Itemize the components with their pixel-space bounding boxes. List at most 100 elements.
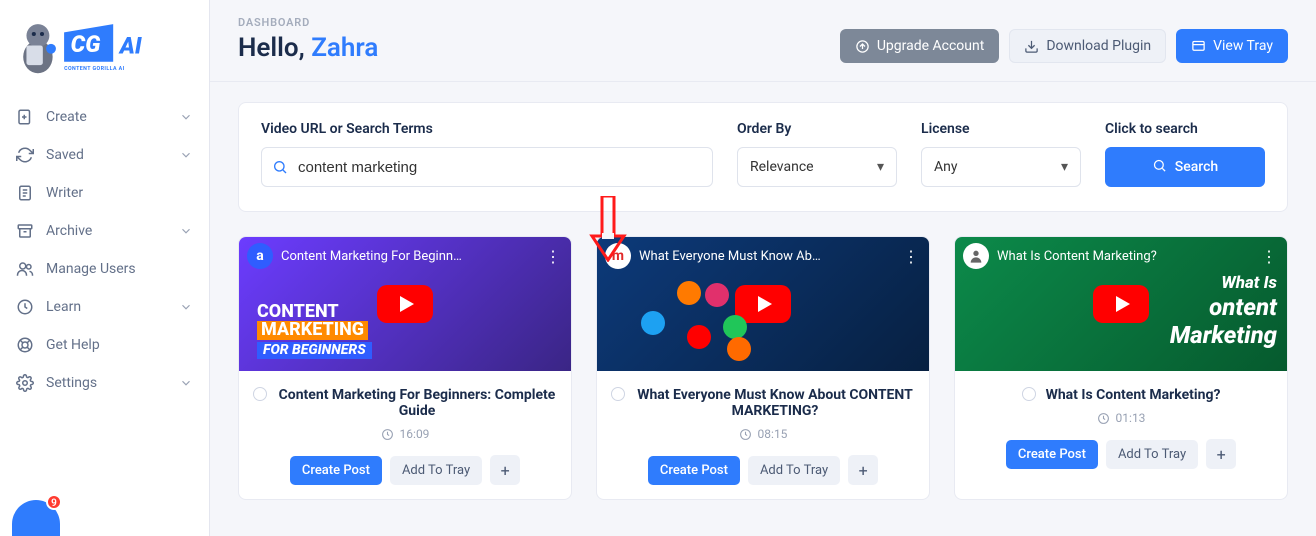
yt-bar: m What Everyone Must Know Ab… ⋮	[597, 237, 929, 275]
card-title: Content Marketing For Beginners: Complet…	[277, 387, 557, 419]
sidebar-item-label: Writer	[46, 185, 193, 201]
plus-button[interactable]: +	[490, 455, 520, 485]
results-row: a Content Marketing For Beginn… ⋮ CONTEN…	[238, 236, 1288, 500]
sidebar-item-settings[interactable]: Settings	[10, 366, 199, 400]
card-actions: Create Post Add To Tray +	[290, 455, 520, 485]
sidebar-item-archive[interactable]: Archive	[10, 214, 199, 248]
doc-icon	[16, 184, 34, 202]
search-input-wrap[interactable]	[261, 147, 713, 187]
yt-bar: What Is Content Marketing? ⋮	[955, 237, 1287, 275]
add-to-tray-button[interactable]: Add To Tray	[1106, 440, 1198, 469]
logo[interactable]: CG AI CONTENT GORILLA AI	[0, 10, 209, 92]
plus-button[interactable]: +	[1206, 439, 1236, 469]
clock-icon	[1097, 412, 1110, 425]
field-click-search: Click to search Search	[1105, 121, 1265, 187]
create-post-button[interactable]: Create Post	[648, 456, 740, 485]
order-by-value: Relevance	[750, 159, 814, 175]
video-card: What Is Content Marketing? ⋮ What Is ont…	[954, 236, 1288, 500]
video-thumbnail[interactable]: m What Everyone Must Know Ab… ⋮	[597, 237, 929, 371]
card-body: What Is Content Marketing? 01:13 Create …	[955, 371, 1287, 483]
chevron-down-icon	[179, 300, 193, 314]
field-order-by: Order By Relevance ▾	[737, 121, 897, 187]
life-ring-icon	[16, 336, 34, 354]
yt-title: What Everyone Must Know Ab…	[639, 249, 821, 264]
kebab-icon[interactable]: ⋮	[901, 247, 921, 266]
gear-icon	[16, 374, 34, 392]
create-post-button[interactable]: Create Post	[290, 456, 382, 485]
greeting-block: DASHBOARD Hello, Zahra	[238, 16, 378, 63]
sidebar-item-label: Get Help	[46, 337, 193, 353]
add-to-tray-button[interactable]: Add To Tray	[748, 456, 840, 485]
chevron-down-icon	[179, 376, 193, 390]
sidebar-item-label: Create	[46, 109, 167, 125]
field-video-url: Video URL or Search Terms	[261, 121, 713, 187]
video-card: a Content Marketing For Beginn… ⋮ CONTEN…	[238, 236, 572, 500]
clock-icon	[739, 428, 752, 441]
plus-button[interactable]: +	[848, 455, 878, 485]
sidebar-item-label: Archive	[46, 223, 167, 239]
field-label: License	[921, 121, 1081, 137]
chevron-down-icon	[179, 224, 193, 238]
kebab-icon[interactable]: ⋮	[1259, 247, 1279, 266]
clock-icon	[381, 428, 394, 441]
svg-text:AI: AI	[117, 33, 141, 60]
search-button[interactable]: Search	[1105, 147, 1265, 187]
svg-text:CG: CG	[70, 31, 100, 58]
search-icon	[1152, 158, 1167, 177]
view-tray-label: View Tray	[1213, 38, 1273, 54]
select-checkbox[interactable]	[1022, 387, 1036, 401]
sidebar-nav: Create Saved Writer Archive Manage Users…	[0, 92, 209, 408]
video-thumbnail[interactable]: a Content Marketing For Beginn… ⋮ CONTEN…	[239, 237, 571, 371]
download-icon	[1024, 39, 1039, 54]
svg-text:CONTENT GORILLA AI: CONTENT GORILLA AI	[64, 66, 125, 72]
add-to-tray-button[interactable]: Add To Tray	[390, 456, 482, 485]
channel-avatar	[963, 243, 989, 269]
sidebar-item-saved[interactable]: Saved	[10, 138, 199, 172]
video-thumbnail[interactable]: What Is Content Marketing? ⋮ What Is ont…	[955, 237, 1287, 371]
card-actions: Create Post Add To Tray +	[648, 455, 878, 485]
upgrade-button[interactable]: Upgrade Account	[840, 29, 999, 63]
duration-value: 01:13	[1116, 411, 1146, 425]
view-tray-button[interactable]: View Tray	[1176, 29, 1288, 63]
caret-down-icon: ▾	[877, 159, 884, 175]
duration-value: 08:15	[758, 427, 788, 441]
greeting: Hello, Zahra	[238, 33, 378, 63]
card-body: What Everyone Must Know About CONTENT MA…	[597, 371, 929, 499]
card-title: What Is Content Marketing?	[1046, 387, 1221, 403]
play-icon[interactable]	[377, 285, 433, 323]
select-checkbox[interactable]	[253, 387, 267, 401]
select-checkbox[interactable]	[611, 387, 625, 401]
greeting-prefix: Hello,	[238, 33, 311, 63]
search-button-label: Search	[1175, 159, 1218, 175]
users-icon	[16, 260, 34, 278]
sidebar-item-create[interactable]: Create	[10, 100, 199, 134]
card-title: What Everyone Must Know About CONTENT MA…	[635, 387, 915, 419]
card-body: Content Marketing For Beginners: Complet…	[239, 371, 571, 499]
create-post-button[interactable]: Create Post	[1006, 440, 1098, 469]
thumbnail-overlay-text: CONTENT MARKETING FOR BEGINNERS	[257, 303, 372, 359]
channel-avatar: m	[605, 243, 631, 269]
thumbnail-overlay-text: What Is ontent Marketing	[1170, 273, 1277, 349]
main: DASHBOARD Hello, Zahra Upgrade Account D…	[210, 0, 1316, 536]
kebab-icon[interactable]: ⋮	[543, 247, 563, 266]
sidebar-item-get-help[interactable]: Get Help	[10, 328, 199, 362]
thumbnail-overlay-icons	[637, 277, 777, 357]
chat-widget[interactable]: 9	[12, 500, 60, 536]
video-card: m What Everyone Must Know Ab… ⋮ What Eve…	[596, 236, 930, 500]
order-by-select[interactable]: Relevance ▾	[737, 147, 897, 187]
search-icon	[272, 159, 288, 175]
greeting-name: Zahra	[311, 33, 378, 63]
top-actions: Upgrade Account Download Plugin View Tra…	[840, 29, 1288, 63]
search-input[interactable]	[298, 159, 702, 176]
search-panel: Video URL or Search Terms Order By Relev…	[238, 102, 1288, 212]
yt-bar: a Content Marketing For Beginn… ⋮	[239, 237, 571, 275]
chat-badge: 9	[46, 494, 62, 510]
duration-value: 16:09	[400, 427, 430, 441]
sidebar-item-learn[interactable]: Learn	[10, 290, 199, 324]
sidebar-item-writer[interactable]: Writer	[10, 176, 199, 210]
download-plugin-button[interactable]: Download Plugin	[1009, 29, 1166, 63]
license-select[interactable]: Any ▾	[921, 147, 1081, 187]
sidebar-item-manage-users[interactable]: Manage Users	[10, 252, 199, 286]
play-icon[interactable]	[1093, 285, 1149, 323]
yt-title: Content Marketing For Beginn…	[281, 249, 462, 264]
